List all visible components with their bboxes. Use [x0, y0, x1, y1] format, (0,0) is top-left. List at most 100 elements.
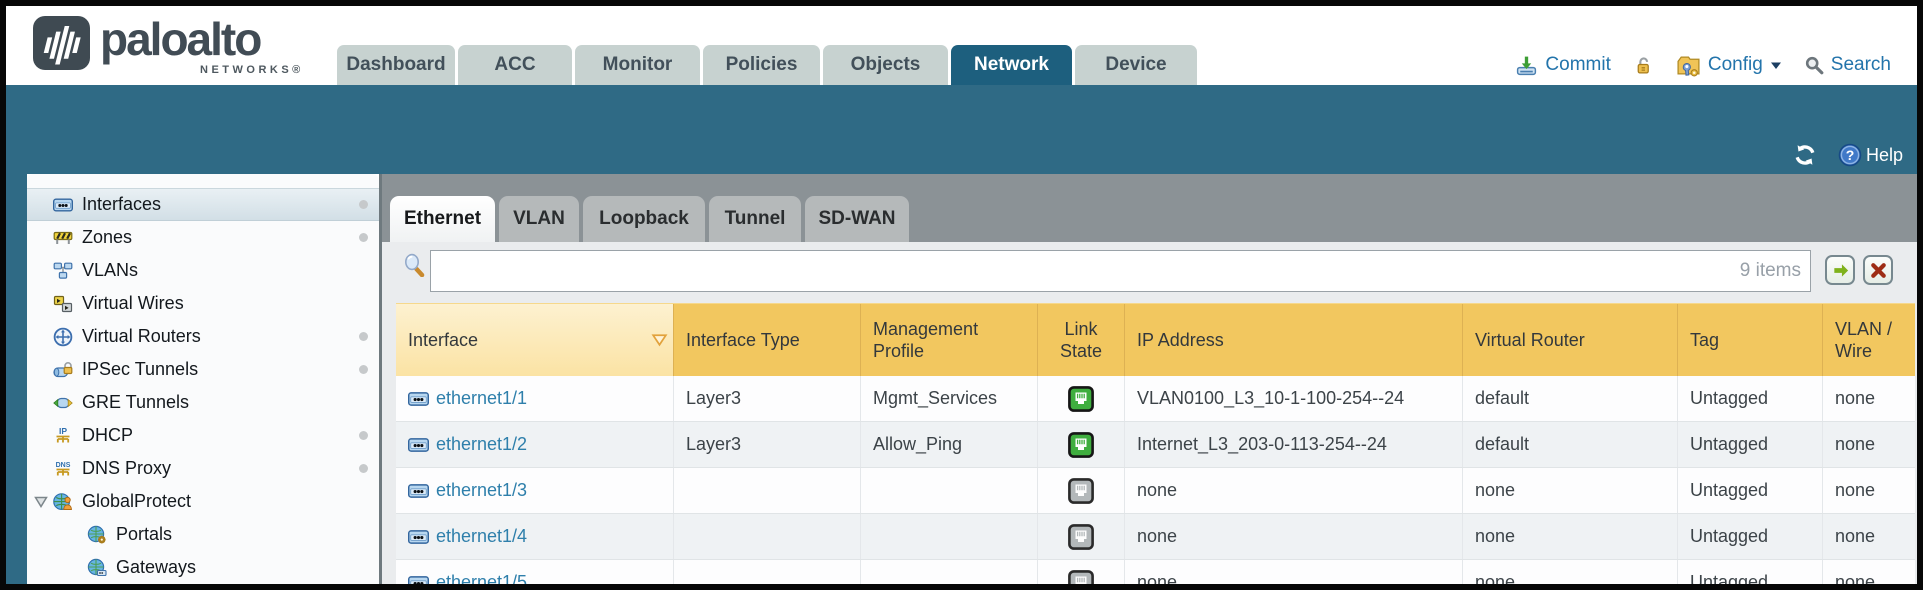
- sort-dropdown-icon[interactable]: [651, 333, 668, 347]
- lock-button[interactable]: [1633, 55, 1654, 76]
- interface-link[interactable]: ethernet1/1: [436, 388, 527, 409]
- cell-link-state: [1038, 468, 1125, 513]
- interface-link[interactable]: ethernet1/4: [436, 526, 527, 547]
- filter-search-icon: [402, 253, 426, 277]
- svg-text:IP: IP: [59, 426, 67, 436]
- table-row[interactable]: ethernet1/3nonenoneUntaggednone: [396, 468, 1915, 514]
- column-header-interface-type[interactable]: Interface Type: [674, 304, 861, 376]
- subtab-ethernet[interactable]: Ethernet: [390, 196, 495, 242]
- interface-icon: [408, 438, 429, 452]
- sidebar-item-vlans[interactable]: VLANs: [27, 254, 379, 287]
- column-header-virtual-router[interactable]: Virtual Router: [1463, 304, 1678, 376]
- sidebar-item-portals[interactable]: Portals: [27, 518, 379, 551]
- nav-tab-dashboard[interactable]: Dashboard: [337, 45, 455, 85]
- table-body: ethernet1/1Layer3Mgmt_ServicesVLAN0100_L…: [396, 376, 1915, 584]
- column-header-interface[interactable]: Interface: [396, 304, 674, 376]
- cell-management-profile: Allow_Ping: [861, 422, 1038, 467]
- sidebar-item-label: IPSec Tunnels: [82, 359, 198, 380]
- cell-interface-type: [674, 468, 861, 513]
- apply-filter-button[interactable]: [1825, 255, 1855, 285]
- column-header-label: Link State: [1042, 318, 1120, 363]
- sidebar-item-gre-tunnels[interactable]: GRE Tunnels: [27, 386, 379, 419]
- interface-icon: [408, 392, 429, 406]
- table-row[interactable]: ethernet1/2Layer3Allow_PingInternet_L3_2…: [396, 422, 1915, 468]
- cell-virtual-router: none: [1463, 560, 1678, 584]
- nav-tab-network[interactable]: Network: [951, 45, 1072, 85]
- cell-virtual-router: default: [1463, 422, 1678, 467]
- sidebar-item-label: GlobalProtect: [82, 491, 191, 512]
- column-header-ip-address[interactable]: IP Address: [1125, 304, 1463, 376]
- sidebar-item-dhcp[interactable]: IPDHCP: [27, 419, 379, 452]
- column-header-label: Interface: [408, 329, 478, 352]
- link-state-up-icon: [1068, 432, 1094, 458]
- cell-interface: ethernet1/5: [396, 560, 674, 584]
- subtab-vlan[interactable]: VLAN: [499, 196, 579, 242]
- sidebar-item-interfaces[interactable]: Interfaces: [27, 188, 379, 221]
- status-dot: [359, 233, 368, 242]
- cell-vlan-wire: none: [1823, 560, 1917, 584]
- top-toolbar: Commit Config Search: [1515, 50, 1891, 80]
- interface-icon: [408, 576, 429, 585]
- interface-link[interactable]: ethernet1/3: [436, 480, 527, 501]
- commit-button[interactable]: Commit: [1515, 54, 1610, 77]
- config-menu-button[interactable]: Config: [1676, 53, 1782, 78]
- cell-link-state: [1038, 560, 1125, 584]
- cell-interface-type: Layer3: [674, 376, 861, 421]
- sidebar-item-label: Gateways: [116, 557, 196, 578]
- link-state-down-icon: [1068, 570, 1094, 585]
- sidebar-item-dns-proxy[interactable]: DNSDNS Proxy: [27, 452, 379, 485]
- virtual-wires-icon: [53, 294, 73, 314]
- sidebar-item-zones[interactable]: Zones: [27, 221, 379, 254]
- table-row[interactable]: ethernet1/5nonenoneUntaggednone: [396, 560, 1915, 584]
- cell-link-state: [1038, 514, 1125, 559]
- cell-link-state: [1038, 376, 1125, 421]
- sidebar-item-label: Zones: [82, 227, 132, 248]
- table-header-row: Interface Interface TypeManagement Profil…: [396, 303, 1915, 376]
- filter-input[interactable]: [430, 250, 1811, 292]
- sidebar-item-virtual-routers[interactable]: Virtual Routers: [27, 320, 379, 353]
- refresh-icon[interactable]: [1792, 143, 1818, 167]
- cell-virtual-router: default: [1463, 376, 1678, 421]
- main-nav-tabs: DashboardACCMonitorPoliciesObjectsNetwor…: [337, 45, 1197, 85]
- sidebar-item-ipsec-tunnels[interactable]: IPSec Tunnels: [27, 353, 379, 386]
- svg-text:?: ?: [1846, 147, 1855, 163]
- nav-tab-objects[interactable]: Objects: [823, 45, 948, 85]
- clear-filter-button[interactable]: [1863, 255, 1893, 285]
- red-x-icon: [1869, 261, 1888, 280]
- column-header-vlan-wire[interactable]: VLAN / Wire: [1823, 304, 1917, 376]
- interface-icon: [408, 530, 429, 544]
- search-button[interactable]: Search: [1804, 54, 1891, 76]
- nav-tab-device[interactable]: Device: [1075, 45, 1197, 85]
- sidebar-item-globalprotect[interactable]: GlobalProtect: [27, 485, 379, 518]
- cell-vlan-wire: none: [1823, 514, 1917, 559]
- help-button[interactable]: ? Help: [1838, 143, 1903, 167]
- column-header-label: Virtual Router: [1475, 329, 1585, 352]
- nav-tab-acc[interactable]: ACC: [458, 45, 572, 85]
- column-header-management-profile[interactable]: Management Profile: [861, 304, 1038, 376]
- sidebar-item-label: VLANs: [82, 260, 138, 281]
- subtab-loopback[interactable]: Loopback: [583, 196, 705, 242]
- sidebar-item-virtual-wires[interactable]: Virtual Wires: [27, 287, 379, 320]
- status-dot: [359, 332, 368, 341]
- zones-icon: [53, 228, 73, 248]
- table-row[interactable]: ethernet1/1Layer3Mgmt_ServicesVLAN0100_L…: [396, 376, 1915, 422]
- subtab-tunnel[interactable]: Tunnel: [709, 196, 801, 242]
- cell-management-profile: [861, 560, 1038, 584]
- column-header-link-state[interactable]: Link State: [1038, 304, 1125, 376]
- sidebar-item-label: Interfaces: [82, 194, 161, 215]
- table-row[interactable]: ethernet1/4nonenoneUntaggednone: [396, 514, 1915, 560]
- column-header-tag[interactable]: Tag: [1678, 304, 1823, 376]
- nav-tab-monitor[interactable]: Monitor: [575, 45, 700, 85]
- subtab-sd-wan[interactable]: SD-WAN: [805, 196, 909, 242]
- interface-link[interactable]: ethernet1/2: [436, 434, 527, 455]
- left-gutter: [6, 174, 27, 584]
- expand-triangle-icon[interactable]: [34, 496, 48, 508]
- interface-link[interactable]: ethernet1/5: [436, 572, 527, 584]
- sidebar-item-gateways[interactable]: Gateways: [27, 551, 379, 584]
- cell-tag: Untagged: [1678, 560, 1823, 584]
- cell-link-state: [1038, 422, 1125, 467]
- nav-tab-policies[interactable]: Policies: [703, 45, 820, 85]
- cell-tag: Untagged: [1678, 514, 1823, 559]
- cell-interface: ethernet1/3: [396, 468, 674, 513]
- interface-icon: [408, 484, 429, 498]
